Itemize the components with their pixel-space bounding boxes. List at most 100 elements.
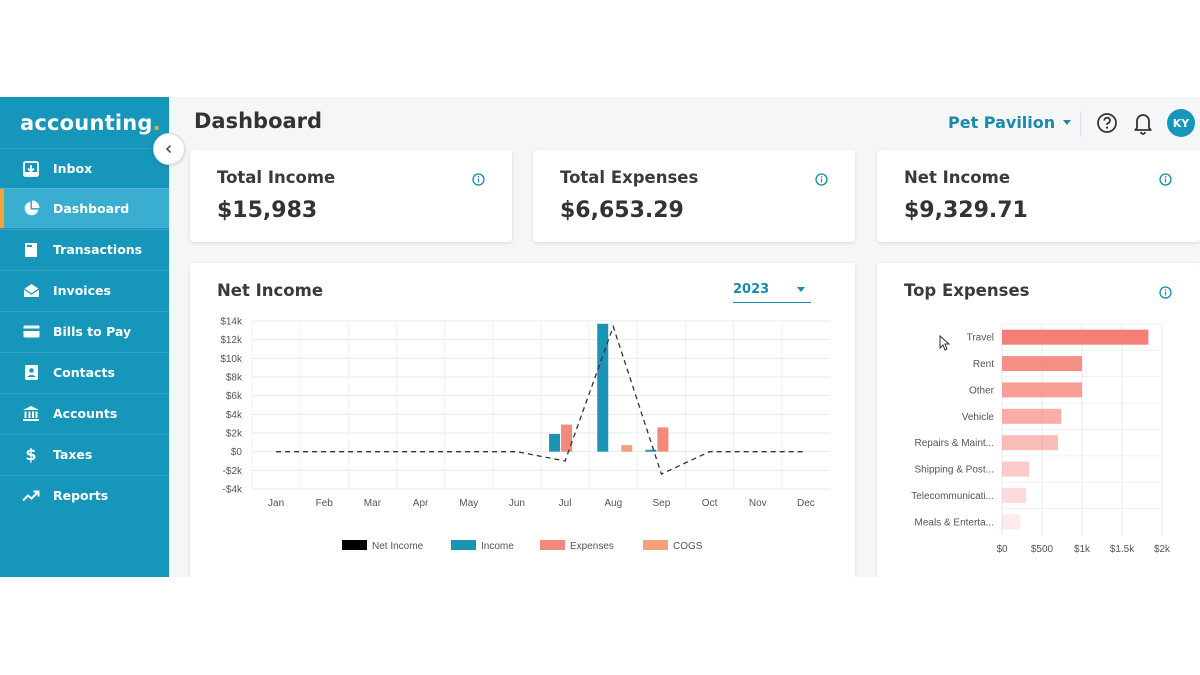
y-tick-label: Other [969, 385, 995, 396]
y-tick-label: $2k [226, 429, 243, 440]
legend-label: Expenses [570, 541, 614, 552]
card-value: $6,653.29 [560, 198, 684, 223]
card-title: Total Income [217, 168, 336, 187]
sidebar-item-label: Reports [53, 488, 109, 503]
bar-income [549, 433, 561, 452]
top-expenses-chart: $0 $500 $1k $1.5k $2k Travel Rent Other Vehicle R… [911, 323, 1171, 555]
sidebar-item-label: Taxes [53, 447, 93, 462]
x-tick-label: Jan [268, 498, 284, 509]
sidebar-item-label: Accounts [53, 406, 118, 421]
x-tick-label: Dec [797, 498, 815, 509]
page-title: Dashboard [194, 109, 323, 133]
sidebar-item-inbox[interactable]: Inbox [0, 148, 169, 188]
y-tick-label: $4k [226, 410, 243, 421]
sidebar-item-transactions[interactable]: Transactions [0, 229, 169, 269]
company-name: Pet Pavilion [948, 113, 1056, 132]
y-tick-label: Repairs & Maint... [915, 438, 994, 449]
x-tick-label: Jul [559, 498, 572, 509]
y-tick-label: Rent [973, 359, 994, 370]
legend-swatch [643, 540, 668, 550]
bar-expenses [561, 424, 573, 452]
expense-bar [1002, 514, 1021, 530]
legend-swatch [451, 540, 476, 550]
y-tick-label: $14k [220, 317, 243, 328]
y-tick-label: $6k [226, 391, 243, 402]
sidebar-item-dashboard[interactable]: Dashboard [0, 188, 169, 228]
y-tick-label: -$4k [223, 485, 243, 496]
legend-swatch [342, 540, 367, 550]
sidebar-item-label: Invoices [53, 283, 111, 298]
bar-income [645, 449, 657, 452]
expense-bar [1002, 435, 1058, 451]
x-tick-label: Jun [509, 498, 525, 509]
legend-swatch [540, 540, 565, 550]
y-tick-label: $8k [226, 373, 243, 384]
top-expenses-panel: Top Expenses $0 $500 $1k $1.5k $2k Travel Rent… [877, 263, 1200, 577]
sidebar: accounting. Inbox Dashboard Transactions… [0, 97, 169, 577]
legend-label: Income [481, 541, 514, 552]
x-tick-label: Feb [316, 498, 334, 509]
card-value: $9,329.71 [904, 198, 1028, 223]
legend-label: Net Income [372, 541, 424, 552]
x-tick-label: $1k [1074, 544, 1091, 555]
x-tick-label: Aug [604, 498, 622, 509]
bar-expenses [657, 427, 669, 452]
sidebar-item-accounts[interactable]: Accounts [0, 393, 169, 433]
sidebar-item-invoices[interactable]: Invoices [0, 270, 169, 310]
sidebar-item-label: Contacts [53, 365, 115, 380]
sidebar-item-label: Inbox [53, 161, 93, 176]
app-window: accounting. Inbox Dashboard Transactions… [0, 97, 1200, 577]
envelope-icon [22, 282, 40, 300]
x-tick-label: $1.5k [1110, 544, 1135, 555]
trend-icon [22, 487, 40, 505]
y-tick-label: Telecommunicati... [911, 491, 994, 502]
expense-bar [1002, 329, 1149, 345]
net-income-card: Net Income $9,329.71 [877, 150, 1200, 242]
y-tick-label: Meals & Enterta... [915, 517, 994, 528]
net-income-chart-panel: Net Income 2023 $14k $12k $10k $8k $6k $4k $2k… [190, 263, 855, 577]
x-tick-label: Sep [653, 498, 671, 509]
card-title: Total Expenses [560, 168, 699, 187]
legend-label: COGS [673, 541, 703, 552]
card-title: Net Income [904, 168, 1011, 187]
y-tick-label: Travel [967, 333, 994, 344]
inbox-icon [22, 160, 40, 178]
bell-icon[interactable] [1132, 111, 1154, 135]
collapse-sidebar-button[interactable] [153, 133, 185, 165]
bar-cogs [621, 445, 633, 452]
x-tick-label: Nov [749, 498, 767, 509]
help-icon[interactable] [1096, 112, 1118, 134]
net-income-chart: $14k $12k $10k $8k $6k $4k $2k $0 -$2k -$4k Jan Feb… [220, 317, 830, 552]
sidebar-item-label: Dashboard [53, 201, 130, 216]
card-value: $15,983 [217, 198, 318, 223]
y-tick-label: -$2k [223, 466, 243, 477]
sidebar-item-bills-to-pay[interactable]: Bills to Pay [0, 311, 169, 351]
sidebar-item-contacts[interactable]: Contacts [0, 352, 169, 392]
sidebar-item-taxes[interactable]: $ Taxes [0, 434, 169, 474]
info-icon[interactable] [815, 171, 828, 186]
mouse-cursor-icon [939, 335, 951, 351]
sidebar-item-label: Bills to Pay [53, 324, 132, 339]
x-tick-label: Oct [702, 498, 718, 509]
x-tick-label: Mar [364, 498, 382, 509]
y-tick-label: $10k [220, 354, 243, 365]
avatar[interactable]: KY [1167, 109, 1195, 137]
document-icon [22, 241, 40, 259]
caret-down-icon [1063, 120, 1072, 125]
pie-chart-icon [22, 200, 40, 218]
x-tick-label: May [459, 498, 478, 509]
expense-bar [1002, 382, 1082, 398]
app-logo[interactable]: accounting. [20, 111, 161, 135]
expense-bar [1002, 461, 1030, 477]
y-tick-label: $0 [231, 447, 243, 458]
x-tick-label: $0 [996, 544, 1008, 555]
contact-card-icon [22, 364, 40, 382]
sidebar-item-reports[interactable]: Reports [0, 475, 169, 515]
x-tick-label: Apr [413, 498, 429, 509]
bar-income [597, 323, 609, 452]
chevron-left-icon [165, 144, 172, 154]
info-icon[interactable] [472, 171, 485, 186]
expense-bar [1002, 356, 1082, 372]
company-selector[interactable]: Pet Pavilion [948, 113, 1072, 132]
info-icon[interactable] [1159, 171, 1172, 186]
